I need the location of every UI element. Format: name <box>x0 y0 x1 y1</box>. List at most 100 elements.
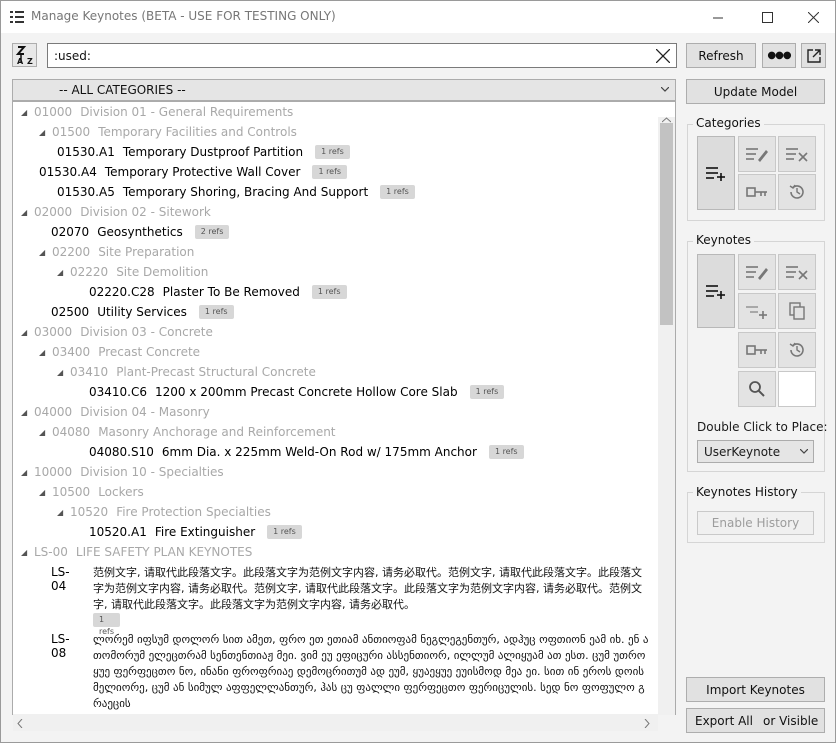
category-key-button[interactable] <box>738 174 776 210</box>
refresh-button[interactable]: Refresh <box>686 43 756 68</box>
tree-keynote-row[interactable]: 01530.A1 Temporary Dustproof Partition 1 r… <box>57 142 350 162</box>
duplicate-icon <box>789 302 805 320</box>
refs-badge: 1 refs <box>198 305 234 319</box>
category-code: 04080 <box>52 425 91 439</box>
category-name: Division 04 - Masonry <box>80 405 210 419</box>
key-icon <box>746 345 767 355</box>
expand-toggle-icon[interactable]: ◢ <box>39 128 48 137</box>
keynote-code: 01530.A5 <box>57 185 115 199</box>
keynote-name: Utility Services <box>97 305 187 319</box>
tree-category-row[interactable]: ◢ 03000 Division 03 - Concrete <box>21 322 213 342</box>
external-link-icon <box>806 48 821 63</box>
keynote-key-button[interactable] <box>738 332 776 368</box>
tree-category-row[interactable]: ◢ 03400 Precast Concrete <box>39 342 200 362</box>
tree-category-row[interactable]: ◢ 01500 Temporary Facilities and Controls <box>39 122 297 142</box>
maximize-button[interactable] <box>744 1 790 33</box>
add-keynote-button[interactable] <box>697 254 735 328</box>
duplicate-keynote-button[interactable] <box>778 293 816 329</box>
add-category-button[interactable] <box>697 136 735 210</box>
expand-toggle-icon[interactable]: ◢ <box>39 248 48 257</box>
expand-toggle-icon[interactable]: ◢ <box>39 428 48 437</box>
expand-toggle-icon[interactable]: ◢ <box>21 468 30 477</box>
expand-toggle-icon[interactable]: ◢ <box>21 408 30 417</box>
category-filter-dropdown[interactable]: -- ALL CATEGORIES -- <box>12 79 676 101</box>
category-name: Temporary Facilities and Controls <box>98 125 297 139</box>
search-input[interactable]: :used: <box>47 43 677 68</box>
maximize-icon <box>761 11 773 23</box>
chevron-down-icon <box>661 87 669 92</box>
history-label: Keynotes History <box>693 485 801 499</box>
remove-icon <box>786 148 808 162</box>
tree-keynote-row[interactable]: 02070 Geosynthetics 2 refs <box>51 222 230 242</box>
keynote-name: Geosynthetics <box>97 225 183 239</box>
title-bar: Manage Keynotes (BETA - USE FOR TESTING … <box>1 1 835 33</box>
edit-icon <box>746 148 768 162</box>
tree-category-row[interactable]: ◢ 10520 Fire Protection Specialties <box>57 502 271 522</box>
edit-category-button[interactable] <box>738 136 776 172</box>
expand-toggle-icon[interactable]: ◢ <box>21 208 30 217</box>
keynote-code: 04080.S10 <box>89 445 154 459</box>
minimize-button[interactable] <box>695 1 741 33</box>
tree-keynote-row[interactable]: 03410.C6 1200 x 200mm Precast Concrete Ho… <box>89 382 505 402</box>
tree-category-row[interactable]: ◢ 02000 Division 02 - Sitework <box>21 202 211 222</box>
add-sub-keynote-button[interactable] <box>738 293 776 329</box>
tree-category-row[interactable]: ◢ 10500 Lockers <box>39 482 144 502</box>
place-mode-dropdown[interactable]: UserKeynote <box>697 440 814 463</box>
search-keynote-button[interactable] <box>738 371 776 407</box>
tree-category-row[interactable]: ◢ 01000 Division 01 - General Requirements <box>21 102 293 122</box>
scroll-right-icon[interactable] <box>644 719 650 728</box>
tree-category-row[interactable]: ◢ 02200 Site Preparation <box>39 242 194 262</box>
expand-toggle-icon[interactable]: ◢ <box>21 548 30 557</box>
keynote-code: 01530.A4 <box>39 165 97 179</box>
expand-toggle-icon[interactable]: ◢ <box>57 508 66 517</box>
tree-keynote-row[interactable]: 02220.C28 Plaster To Be Removed 1 refs <box>89 282 347 302</box>
scrollbar-thumb[interactable] <box>660 123 673 325</box>
tree-category-row[interactable]: ◢ 04080 Masonry Anchorage and Reinforcemen… <box>39 422 336 442</box>
edit-keynote-button[interactable] <box>738 254 776 290</box>
keynote-tree[interactable]: ◢ 01000 Division 01 - General Requirements… <box>12 101 676 715</box>
search-icon <box>749 381 765 397</box>
close-button[interactable] <box>790 1 836 33</box>
category-history-button[interactable] <box>778 174 816 210</box>
tree-category-row[interactable]: ◢ 04000 Division 04 - Masonry <box>21 402 210 422</box>
popout-button[interactable] <box>801 43 826 68</box>
category-name: Masonry Anchorage and Reinforcement <box>98 425 336 439</box>
tree-horizontal-scrollbar[interactable] <box>13 714 658 731</box>
expand-toggle-icon[interactable]: ◢ <box>21 328 30 337</box>
update-model-button[interactable]: Update Model <box>686 79 825 104</box>
more-options-button[interactable]: ●●● <box>762 43 796 68</box>
remove-category-button[interactable] <box>778 136 816 172</box>
sort-button[interactable]: A Z <box>12 43 37 67</box>
export-all-button[interactable]: Export All <box>695 714 753 728</box>
tree-category-row[interactable]: ◢ 03410 Plant-Precast Structural Concrete <box>57 362 316 382</box>
expand-toggle-icon[interactable]: ◢ <box>57 368 66 377</box>
tree-keynote-row[interactable]: 02500 Utility Services 1 refs <box>51 302 234 322</box>
history-icon <box>789 184 804 199</box>
category-name: Division 02 - Sitework <box>80 205 211 219</box>
category-code: 02200 <box>52 245 91 259</box>
expand-toggle-icon[interactable]: ◢ <box>21 108 30 117</box>
tree-keynote-row[interactable]: 01530.A4 Temporary Protective Wall Cover 1… <box>39 162 348 182</box>
tree-keynote-row[interactable]: 04080.S10 6mm Dia. x 225mm Weld-On Rod w/… <box>89 442 524 462</box>
export-visible-button[interactable]: or Visible <box>763 714 818 728</box>
tree-keynote-row[interactable]: 01530.A5 Temporary Shoring, Bracing And S… <box>57 182 415 202</box>
enable-history-button[interactable]: Enable History <box>697 511 814 535</box>
clear-search-icon[interactable] <box>656 49 670 63</box>
tree-category-row[interactable]: ◢ LS-00 LIFE SAFETY PLAN KEYNOTES <box>21 542 252 562</box>
category-code: 10000 <box>34 465 73 479</box>
tree-category-row[interactable]: ◢ 02220 Site Demolition <box>57 262 208 282</box>
keynote-text: 范例文字, 请取代此段落文字。此段落文字为范例文字内容, 请务必取代。范例文字,… <box>93 566 642 611</box>
tree-keynote-row[interactable]: 10520.A1 Fire Extinguisher 1 refs <box>89 522 302 542</box>
import-keynotes-button[interactable]: Import Keynotes <box>686 677 825 702</box>
category-code: 03400 <box>52 345 91 359</box>
expand-toggle-icon[interactable]: ◢ <box>39 348 48 357</box>
tree-category-row[interactable]: ◢ 10000 Division 10 - Specialties <box>21 462 224 482</box>
expand-toggle-icon[interactable]: ◢ <box>57 268 66 277</box>
expand-toggle-icon[interactable]: ◢ <box>39 488 48 497</box>
tree-vertical-scrollbar[interactable] <box>658 117 675 715</box>
scroll-left-icon[interactable] <box>17 719 23 728</box>
window-title: Manage Keynotes (BETA - USE FOR TESTING … <box>31 9 336 23</box>
keynote-history-button[interactable] <box>778 332 816 368</box>
add-keynote-icon <box>706 285 725 299</box>
remove-keynote-button[interactable] <box>778 254 816 290</box>
